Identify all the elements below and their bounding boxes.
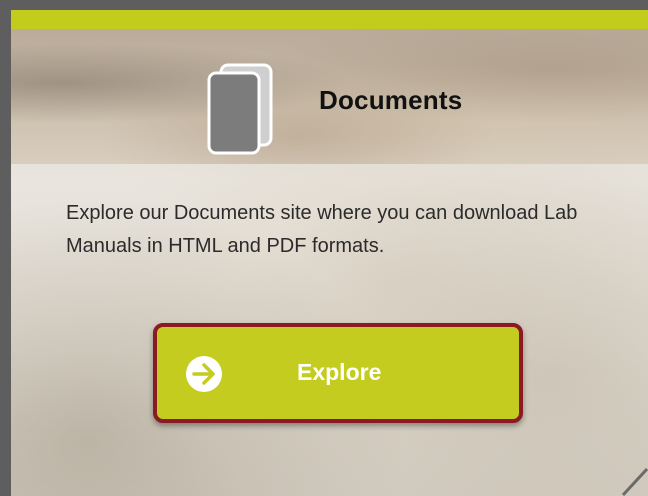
documents-icon (205, 63, 275, 155)
card-title: Documents (319, 85, 463, 115)
arrow-right-circle-icon (185, 355, 223, 393)
window-top-border (0, 0, 648, 10)
explore-button[interactable]: Explore (153, 323, 523, 423)
screenshot-frame: Documents Explore our Documents site whe… (0, 0, 648, 496)
explore-button-label: Explore (297, 359, 382, 385)
card-header: Documents (11, 29, 648, 164)
window-left-border (0, 0, 11, 496)
card-description: Explore our Documents site where you can… (66, 202, 578, 257)
corner-fold-icon (621, 465, 648, 496)
card-accent-bar (11, 10, 648, 29)
documents-card: Documents Explore our Documents site whe… (11, 10, 648, 496)
